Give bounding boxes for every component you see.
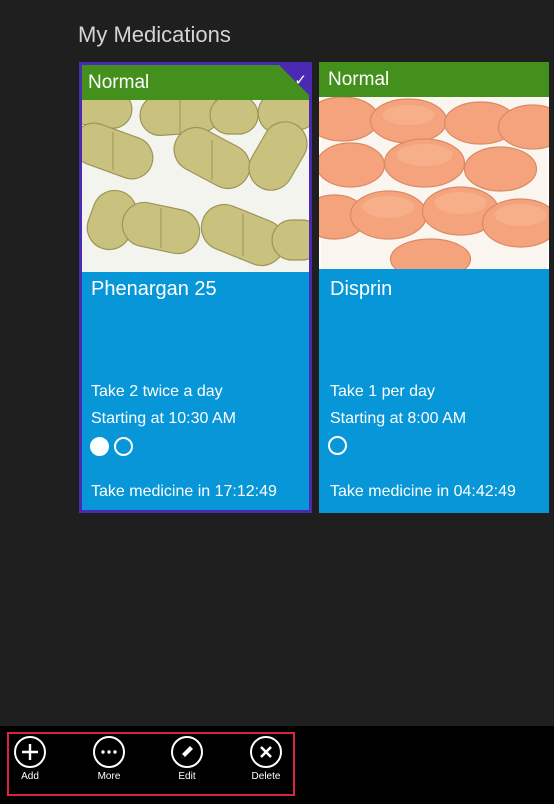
more-label: More <box>97 771 121 782</box>
countdown-text: Take medicine in 04:42:49 <box>330 483 516 500</box>
edit-icon <box>171 736 203 768</box>
status-bar: Normal ✓ <box>82 65 309 100</box>
start-time-text: Starting at 10:30 AM <box>91 410 236 427</box>
countdown-text: Take medicine in 17:12:49 <box>91 483 277 500</box>
medication-tile-disprin[interactable]: Normal Disprin Take 1 per day Starting a… <box>319 62 549 513</box>
status-label: Normal <box>328 69 390 90</box>
dose-pending-indicator[interactable] <box>114 437 133 456</box>
add-icon <box>14 736 46 768</box>
edit-label: Edit <box>178 771 196 782</box>
medication-image <box>319 97 549 269</box>
delete-label: Delete <box>251 771 281 782</box>
checkmark-icon: ✓ <box>294 72 307 89</box>
status-label: Normal <box>88 72 150 93</box>
delete-button[interactable]: Delete <box>241 736 291 782</box>
delete-icon <box>250 736 282 768</box>
medication-tile-phenargan[interactable]: Normal ✓ Phenargan 25 Take 2 twice a day… <box>79 62 312 513</box>
more-icon <box>93 736 125 768</box>
medication-name: Phenargan 25 <box>91 278 217 300</box>
page-title: My Medications <box>78 22 231 47</box>
medication-image <box>82 100 309 272</box>
medication-name: Disprin <box>330 278 393 300</box>
dose-indicators <box>328 436 347 455</box>
app-bar: Add More Edit Delete <box>0 726 554 804</box>
more-button[interactable]: More <box>84 736 134 782</box>
dosage-text: Take 1 per day <box>330 383 435 400</box>
edit-button[interactable]: Edit <box>162 736 212 782</box>
add-button[interactable]: Add <box>5 736 55 782</box>
dosage-text: Take 2 twice a day <box>91 383 223 400</box>
add-label: Add <box>21 771 39 782</box>
status-bar: Normal <box>319 62 549 97</box>
dose-pending-indicator[interactable] <box>328 436 347 455</box>
dose-indicators <box>90 437 133 456</box>
start-time-text: Starting at 8:00 AM <box>330 410 467 427</box>
dose-taken-indicator[interactable] <box>90 437 109 456</box>
